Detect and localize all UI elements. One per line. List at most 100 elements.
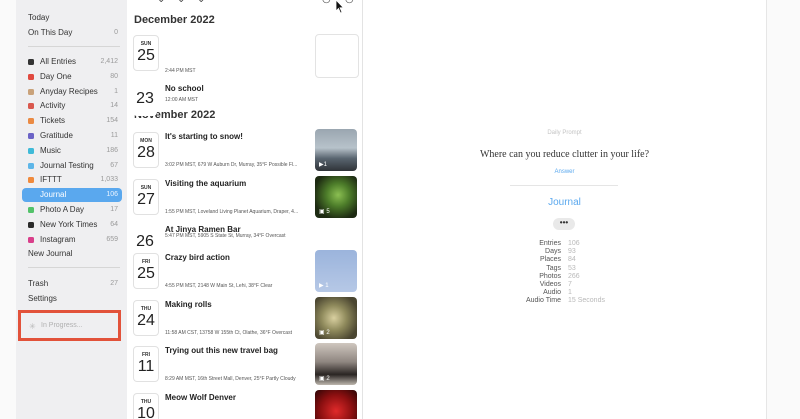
entry-title: It's starting to snow! bbox=[165, 132, 243, 141]
entry-row[interactable]: 23 No school 12:00 AM MST bbox=[127, 77, 362, 123]
in-progress-indicator: ✳ In Progress... bbox=[18, 310, 121, 341]
entry-date-badge: MON 28 bbox=[133, 132, 159, 168]
sidebar-item-label: Photo A Day bbox=[40, 205, 85, 214]
sidebar-item-count: 154 bbox=[106, 117, 118, 124]
sidebar-item-journal[interactable]: Anyday Recipes 1 bbox=[22, 85, 122, 99]
toolbar-icon[interactable]: ⌄ bbox=[177, 0, 185, 5]
sidebar-item-settings[interactable]: Settings bbox=[22, 292, 122, 306]
sidebar-item-count: 67 bbox=[110, 162, 118, 169]
sidebar-item-journal[interactable]: Journal Testing 67 bbox=[22, 159, 122, 173]
sidebar-item-today[interactable]: Today bbox=[22, 11, 122, 25]
toolbar-icon[interactable]: ◡ bbox=[322, 0, 331, 5]
stat-value: 266 bbox=[568, 272, 580, 280]
entry-day-number: 24 bbox=[137, 312, 155, 329]
journal-name: Journal bbox=[548, 197, 581, 208]
sidebar-item-journal[interactable]: Photo A Day 17 bbox=[22, 203, 122, 217]
sidebar-item-journal[interactable]: Music 186 bbox=[22, 144, 122, 158]
journal-color-swatch bbox=[28, 118, 34, 124]
entry-timeline[interactable]: ⌄ ⌄ ⌄ ◡ ◡ December 2022 November 2022 SU… bbox=[127, 0, 363, 419]
daily-prompt-question: Where can you reduce clutter in your lif… bbox=[479, 149, 650, 160]
journal-color-swatch bbox=[28, 237, 34, 243]
entry-title: Visiting the aquarium bbox=[165, 179, 247, 188]
mouse-cursor-icon bbox=[335, 0, 345, 14]
entry-photo-thumbnail bbox=[315, 34, 359, 78]
sidebar-item-count: 1 bbox=[114, 88, 118, 95]
sidebar-item-journal[interactable]: Journal 106 bbox=[22, 188, 122, 202]
sidebar-item-label: Trash bbox=[28, 279, 49, 288]
entry-photo-thumbnail: ▣ 2 bbox=[315, 297, 357, 339]
stat-label: Tags bbox=[546, 264, 561, 272]
entry-row[interactable]: FRI 25 Crazy bird action 4:55 PM MST, 2148 … bbox=[127, 248, 362, 294]
stat-value: 93 bbox=[568, 248, 576, 256]
sidebar-item-journal[interactable]: Day One 80 bbox=[22, 70, 122, 84]
toolbar-icon[interactable]: ◡ bbox=[345, 0, 354, 5]
sidebar-item-count: 17 bbox=[110, 206, 118, 213]
toolbar-strip: ⌄ ⌄ ⌄ ◡ ◡ bbox=[127, 0, 362, 6]
entry-row[interactable]: THU 24 Making rolls 11:58 AM CST, 13758 W 1… bbox=[127, 295, 362, 341]
sidebar-item-count: 64 bbox=[110, 221, 118, 228]
sidebar-item-label: IFTTT bbox=[40, 175, 62, 184]
journal-color-swatch bbox=[28, 207, 34, 213]
entry-date-badge: SUN 27 bbox=[133, 179, 159, 215]
sidebar-item-on-this-day[interactable]: On This Day 0 bbox=[22, 26, 122, 40]
entry-date-badge: FRI 11 bbox=[133, 346, 159, 382]
answer-link[interactable]: Answer bbox=[363, 169, 766, 175]
sidebar-item-count: 14 bbox=[110, 102, 118, 109]
journal-color-swatch bbox=[28, 103, 34, 109]
sidebar-item-label: Gratitude bbox=[40, 131, 73, 140]
sidebar-item-count: 659 bbox=[106, 236, 118, 243]
sidebar-item-label: Journal bbox=[40, 190, 67, 199]
entry-date-badge: 23 bbox=[133, 82, 157, 116]
stat-label: Days bbox=[545, 248, 561, 256]
in-progress-label: In Progress... bbox=[41, 322, 83, 329]
entry-day-number: 11 bbox=[137, 358, 155, 375]
sidebar-item-trash[interactable]: Trash 27 bbox=[22, 277, 122, 291]
entry-day-number: 27 bbox=[137, 191, 155, 208]
entry-title: No school bbox=[165, 84, 204, 93]
more-options-button[interactable]: ••• bbox=[553, 218, 575, 230]
entry-row[interactable]: SUN 27 Visiting the aquarium 1:55 PM MST, L… bbox=[127, 174, 362, 220]
sidebar-item-label: Music bbox=[40, 146, 61, 155]
sidebar-item-journal[interactable]: Instagram 659 bbox=[22, 233, 122, 247]
journal-color-swatch bbox=[28, 163, 34, 169]
entry-photo-thumbnail: ▣ 5 bbox=[315, 176, 357, 218]
entry-date-badge: THU 10 bbox=[133, 393, 159, 419]
window-left-edge bbox=[0, 0, 16, 419]
entry-day-number: 25 bbox=[137, 265, 155, 282]
toolbar-icon[interactable]: ⌄ bbox=[157, 0, 165, 5]
entry-metadata: 3:02 PM MST, 679 W Auburn Dr, Murray, 35… bbox=[165, 162, 298, 168]
sidebar-item-journal[interactable]: Gratitude 11 bbox=[22, 129, 122, 143]
entry-row[interactable]: SUN 25 2:44 PM MST bbox=[127, 30, 362, 78]
entry-title: Meow Wolf Denver bbox=[165, 393, 236, 402]
journal-color-swatch bbox=[28, 222, 34, 228]
entry-day-number: 28 bbox=[137, 144, 155, 161]
entry-title: Crazy bird action bbox=[165, 253, 230, 262]
stat-value: 84 bbox=[568, 256, 576, 264]
stat-label: Entries bbox=[539, 240, 561, 247]
stat-label: Videos bbox=[539, 281, 561, 288]
sidebar-item-journal[interactable]: IFTTT 1,033 bbox=[22, 173, 122, 187]
entry-row[interactable]: FRI 11 Trying out this new travel bag 8:29 … bbox=[127, 341, 362, 387]
sidebar-item-new-journal[interactable]: New Journal bbox=[22, 247, 122, 261]
toolbar-icon[interactable]: ⌄ bbox=[197, 0, 205, 5]
entry-photo-thumbnail bbox=[315, 390, 357, 419]
sidebar-item-journal[interactable]: New York Times 64 bbox=[22, 218, 122, 232]
sidebar-item-journal[interactable]: Activity 14 bbox=[22, 99, 122, 113]
entry-title: Making rolls bbox=[165, 300, 212, 309]
journal-color-swatch bbox=[28, 133, 34, 139]
media-count-badge: ▣ 2 bbox=[319, 376, 330, 382]
sidebar-item-label: New York Times bbox=[40, 220, 98, 229]
sidebar-item-journal[interactable]: All Entries 2,412 bbox=[22, 55, 122, 69]
stat-value: 53 bbox=[568, 264, 576, 272]
sidebar-divider bbox=[28, 267, 120, 268]
month-header: December 2022 bbox=[134, 14, 215, 26]
stat-label: Photos bbox=[539, 272, 561, 280]
entry-row[interactable]: MON 28 It's starting to snow! 3:02 PM MST, … bbox=[127, 127, 362, 173]
sidebar-item-count: 0 bbox=[114, 29, 118, 36]
sidebar-item-journal[interactable]: Tickets 154 bbox=[22, 114, 122, 128]
journal-color-swatch bbox=[28, 148, 34, 154]
entry-row[interactable]: THU 10 Meow Wolf Denver bbox=[127, 388, 362, 419]
sidebar-item-label: Activity bbox=[40, 101, 66, 110]
sidebar-item-label: Today bbox=[28, 13, 50, 22]
entry-date-badge: THU 24 bbox=[133, 300, 159, 336]
